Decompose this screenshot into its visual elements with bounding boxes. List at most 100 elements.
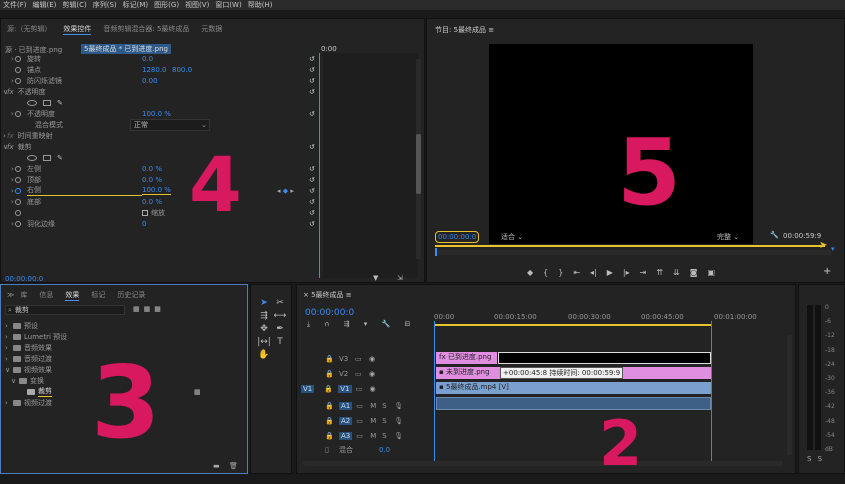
tab-history[interactable]: 历史记录 — [117, 290, 145, 300]
stopwatch-icon[interactable] — [15, 66, 21, 73]
marker-icon[interactable]: ◆ — [527, 268, 533, 277]
ellipse-mask-icon[interactable] — [27, 154, 37, 161]
timeline-vscroll[interactable] — [787, 335, 792, 455]
reset-icon[interactable]: ↺ — [309, 88, 315, 96]
reset-icon[interactable]: ↺ — [309, 143, 315, 151]
ripple-tool-icon[interactable]: ✥ — [257, 323, 271, 336]
zoom-checkbox[interactable] — [142, 209, 148, 216]
add-button-icon[interactable]: + — [823, 266, 831, 277]
timeline-playhead[interactable] — [434, 321, 435, 463]
pen-tool-icon[interactable]: ✒ — [273, 323, 287, 336]
menu-view[interactable]: 视图(V) — [185, 0, 209, 10]
stopwatch-icon[interactable] — [15, 55, 21, 62]
stopwatch-icon[interactable] — [15, 110, 21, 117]
program-scrubber[interactable] — [435, 250, 831, 255]
reset-icon[interactable]: ↺ — [309, 187, 315, 195]
eye-icon[interactable]: ◉ — [369, 355, 375, 363]
clip-a1[interactable] — [436, 397, 711, 410]
lock-icon[interactable]: 🔒 — [325, 355, 339, 363]
stopwatch-icon[interactable] — [15, 209, 21, 216]
row-crop-group[interactable]: ∨ fx 裁剪 ↺ — [1, 141, 321, 152]
tab-effects[interactable]: 效果 — [65, 290, 80, 301]
clip-v1[interactable]: ▪ 5最终成品.mp4 [V] — [436, 382, 711, 394]
rect-mask-icon[interactable] — [43, 99, 51, 106]
hand-tool-icon[interactable]: ✋ — [257, 349, 271, 362]
filter-icon[interactable]: ▼ — [373, 274, 378, 282]
mic-icon[interactable]: 🎙 — [394, 402, 403, 410]
reset-icon[interactable]: ↺ — [309, 209, 315, 217]
mic-icon[interactable]: 🎙 — [394, 432, 403, 440]
camera-icon[interactable]: ◙ — [690, 268, 698, 277]
reset-icon[interactable]: ↺ — [309, 77, 315, 85]
razor-tool-icon[interactable]: ✂ — [273, 297, 287, 310]
reset-icon[interactable]: ↺ — [309, 220, 315, 228]
stopwatch-icon[interactable] — [15, 77, 21, 84]
keyframe-nav[interactable]: ◂ ◆ ▸ — [277, 187, 294, 195]
fit-select[interactable]: 适合 ⌄ — [501, 232, 523, 242]
tab-library[interactable]: 库 — [20, 290, 27, 300]
type-tool-icon[interactable]: T — [273, 336, 287, 349]
menu-clip[interactable]: 剪辑(C) — [62, 0, 86, 10]
preset-buttons[interactable]: ▦▦▦ — [133, 305, 165, 313]
stopwatch-icon[interactable] — [15, 165, 21, 172]
menu-file[interactable]: 文件(F) — [3, 0, 27, 10]
reset-icon[interactable]: ↺ — [309, 66, 315, 74]
reset-icon[interactable]: ↺ — [309, 176, 315, 184]
step-forward-icon[interactable]: |▸ — [623, 268, 630, 277]
pen-icon[interactable]: ✎ — [57, 99, 63, 107]
tab-source[interactable]: 源:（无剪辑） — [7, 24, 51, 34]
mark-out-icon[interactable]: } — [558, 268, 563, 277]
program-timecode[interactable]: 00:00:00:0 — [435, 231, 480, 243]
effect-timecode[interactable]: 00:00:00:0 — [5, 275, 43, 283]
new-folder-icon[interactable]: ▬ — [213, 462, 220, 470]
track-select-tool-icon[interactable]: ⇶ — [257, 310, 271, 323]
compare-icon[interactable]: ▣ — [708, 268, 716, 277]
tab-markers[interactable]: 标记 — [91, 290, 105, 300]
tab-audio-mixer[interactable]: 音频剪辑混合器: 5最终成品 — [103, 24, 189, 34]
mic-icon[interactable]: 🎙 — [394, 417, 403, 425]
stopwatch-icon[interactable] — [15, 198, 21, 205]
rate-stretch-tool-icon[interactable]: ⟷ — [273, 310, 287, 323]
lift-icon[interactable]: ⇈ — [656, 268, 663, 277]
lock-icon[interactable]: 🔒 — [325, 417, 339, 425]
tree-presets[interactable]: › 预设 — [5, 320, 201, 331]
blend-mode-select[interactable]: 正常 — [130, 118, 210, 131]
stopwatch-icon[interactable] — [15, 176, 21, 183]
selection-tool-icon[interactable]: ➤ — [257, 297, 271, 310]
eye-icon[interactable]: ◉ — [370, 385, 376, 393]
menu-window[interactable]: 窗口(W) — [215, 0, 241, 10]
menu-marker[interactable]: 标记(M) — [123, 0, 149, 10]
go-to-in-icon[interactable]: ⇤ — [573, 268, 580, 277]
reset-icon[interactable]: ↺ — [309, 55, 315, 63]
row-time-remap[interactable]: › fx 时间重映射 — [1, 130, 321, 141]
program-playhead[interactable] — [435, 248, 437, 256]
work-area-bar[interactable] — [434, 324, 711, 326]
tab-metadata[interactable]: 元数据 — [201, 24, 222, 34]
ellipse-mask-icon[interactable] — [27, 99, 37, 106]
extract-icon[interactable]: ⇊ — [673, 268, 680, 277]
timeline-tool-row[interactable]: ⤓ ∩ ⇶ ▾ 🔧 ⊟ — [307, 320, 416, 329]
row-opacity-group[interactable]: ∨ fx 不透明度 ↺ — [1, 86, 321, 97]
clip-v3-selected[interactable] — [498, 352, 711, 364]
export-icon[interactable]: ⇲ — [397, 274, 403, 282]
wrench-icon[interactable]: 🔧 — [770, 231, 779, 239]
lock-icon[interactable]: 🔒 — [325, 370, 339, 378]
quality-select[interactable]: 完整 ⌄ — [717, 232, 739, 242]
lock-icon[interactable]: 🔒 — [324, 385, 338, 393]
clip-v3[interactable]: fx 已到进度.png — [436, 352, 497, 364]
tab-info[interactable]: 信息 — [39, 290, 53, 300]
timeline-hscroll[interactable] — [303, 461, 783, 466]
pen-icon[interactable]: ✎ — [57, 154, 63, 162]
eye-icon[interactable]: ◉ — [369, 370, 375, 378]
menu-sequence[interactable]: 序列(S) — [93, 0, 117, 10]
trash-icon[interactable]: 🗑 — [229, 462, 238, 470]
scrollbar[interactable] — [416, 59, 421, 259]
lock-icon[interactable]: 🔒 — [325, 402, 339, 410]
mark-in-icon[interactable]: { — [543, 268, 548, 277]
source-patch-v1[interactable]: V1 — [301, 384, 315, 393]
play-icon[interactable]: ▶ — [607, 268, 613, 277]
reset-icon[interactable]: ↺ — [309, 165, 315, 173]
stopwatch-icon[interactable] — [15, 220, 21, 227]
lock-icon[interactable]: 🔒 — [325, 432, 339, 440]
reset-icon[interactable]: ↺ — [309, 110, 315, 118]
